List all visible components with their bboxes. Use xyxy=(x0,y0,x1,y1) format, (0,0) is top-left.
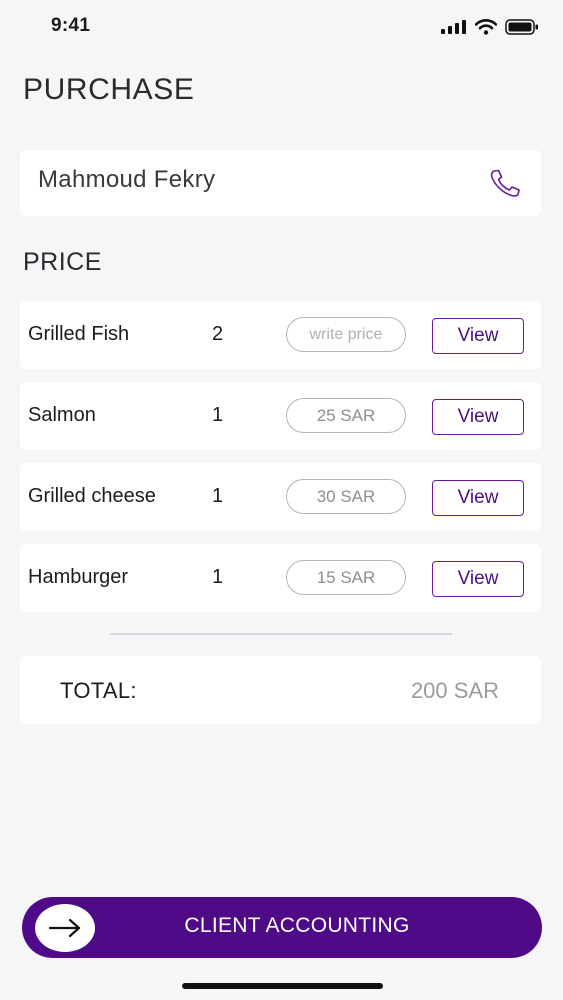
wifi-icon xyxy=(475,19,497,35)
item-name: Salmon xyxy=(28,404,96,426)
item-name: Grilled Fish xyxy=(28,323,130,345)
client-card: Mahmoud Fekry xyxy=(20,150,541,216)
view-button[interactable]: View xyxy=(432,318,524,354)
item-row-grilled-cheese: Grilled cheese 1 30 SAR View xyxy=(20,463,541,531)
status-bar: 9:41 xyxy=(0,0,563,52)
price-input[interactable]: 30 SAR xyxy=(286,479,406,514)
total-card: TOTAL: 200 SAR xyxy=(20,656,541,724)
item-quantity: 2 xyxy=(212,323,224,345)
price-input[interactable]: 15 SAR xyxy=(286,560,406,595)
total-value: 200 SAR xyxy=(410,678,499,703)
item-row-grilled-fish: Grilled Fish 2 write price View xyxy=(20,301,541,369)
item-name: Grilled cheese xyxy=(28,485,156,507)
item-quantity: 1 xyxy=(212,485,224,507)
divider xyxy=(110,633,452,635)
home-indicator[interactable] xyxy=(182,983,383,989)
view-button[interactable]: View xyxy=(432,480,524,516)
price-input[interactable]: 25 SAR xyxy=(286,398,406,433)
call-button[interactable] xyxy=(487,167,523,199)
item-quantity: 1 xyxy=(212,566,224,588)
battery-icon xyxy=(505,19,538,35)
client-name: Mahmoud Fekry xyxy=(38,166,216,193)
status-time: 9:41 xyxy=(51,15,91,36)
item-row-hamburger: Hamburger 1 15 SAR View xyxy=(20,544,541,612)
cellular-signal-icon xyxy=(441,20,466,34)
phone-icon xyxy=(490,169,520,197)
total-label: TOTAL: xyxy=(60,678,137,703)
item-row-salmon: Salmon 1 25 SAR View xyxy=(20,382,541,450)
item-quantity: 1 xyxy=(212,404,224,426)
client-accounting-label: CLIENT ACCOUNTING xyxy=(184,914,410,937)
page-title: PURCHASE xyxy=(23,73,195,106)
view-button[interactable]: View xyxy=(432,561,524,597)
price-section-title: PRICE xyxy=(23,248,102,276)
item-name: Hamburger xyxy=(28,566,129,588)
view-button[interactable]: View xyxy=(432,399,524,435)
status-icons xyxy=(441,19,539,35)
price-input[interactable]: write price xyxy=(286,317,406,352)
client-accounting-button[interactable]: CLIENT ACCOUNTING xyxy=(22,897,542,958)
